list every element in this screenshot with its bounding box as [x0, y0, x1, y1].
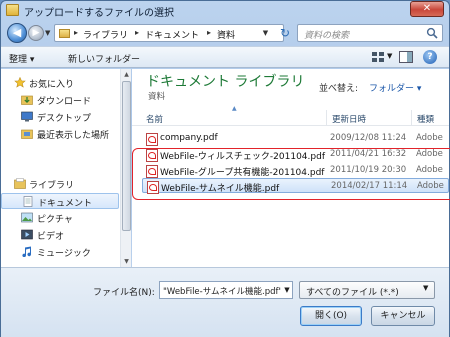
title-bar[interactable]: アップロードするファイルの選択 ✕: [0, 0, 450, 20]
toolbar: 整理 ▾ 新しいフォルダー ▼ ?: [1, 46, 449, 68]
nav-item-downloads[interactable]: ダウンロード: [1, 92, 119, 108]
file-type-value: すべてのファイル (*.*): [306, 288, 399, 298]
nav-item-music[interactable]: ミュージック: [1, 244, 119, 260]
breadcrumb-materials[interactable]: 資料: [217, 28, 235, 41]
preview-pane-icon[interactable]: [399, 51, 413, 63]
annotation-highlight-box: [132, 148, 450, 200]
file-type-select[interactable]: すべてのファイル (*.*) ▼: [299, 281, 435, 299]
breadcrumb-library[interactable]: ライブラリ: [83, 28, 128, 41]
window-title: アップロードするファイルの選択: [24, 8, 174, 19]
chevron-right-icon[interactable]: ▸: [74, 28, 78, 37]
back-button[interactable]: ◀: [7, 23, 27, 43]
history-dropdown-icon[interactable]: ▼: [45, 29, 50, 37]
documents-icon: [23, 196, 33, 207]
nav-label: 最近表示した場所: [37, 131, 110, 141]
arrange-by-dropdown[interactable]: フォルダー ▾: [369, 81, 421, 94]
folder-icon: [59, 29, 70, 38]
file-name-label: ファイル名(N):: [93, 288, 155, 298]
chevron-down-icon[interactable]: ▼: [423, 284, 428, 292]
scroll-down-icon[interactable]: ▼: [121, 256, 132, 267]
refresh-icon[interactable]: ↻: [276, 24, 294, 42]
nav-label: ライブラリ: [29, 181, 75, 191]
scroll-up-icon[interactable]: ▲: [121, 69, 132, 80]
navigation-pane: お気に入り ダウンロード デスクトップ 最近表示した場所 ライブラリ ドキュメン…: [1, 69, 131, 267]
address-dropdown-icon[interactable]: ▼: [259, 24, 272, 42]
organize-button[interactable]: 整理 ▾: [9, 52, 34, 65]
nav-label: お気に入り: [29, 80, 75, 90]
breadcrumb-documents[interactable]: ドキュメント: [145, 28, 199, 41]
nav-label: デスクトップ: [37, 114, 92, 124]
nav-item-videos[interactable]: ビデオ: [1, 227, 119, 243]
file-name: company.pdf: [160, 133, 218, 143]
recent-places-icon: [21, 129, 33, 139]
chevron-down-icon[interactable]: ▼: [282, 282, 292, 298]
nav-libraries[interactable]: ライブラリ: [1, 176, 119, 192]
column-divider[interactable]: [326, 110, 327, 126]
view-options-icon[interactable]: [371, 51, 385, 63]
scrollbar-thumb[interactable]: [122, 81, 131, 231]
library-subtitle: 資料: [148, 92, 166, 102]
nav-label: ドキュメント: [38, 199, 93, 209]
download-folder-icon: [21, 95, 33, 105]
library-title: ドキュメント ライブラリ: [146, 74, 305, 90]
file-name-input[interactable]: "WebFile-サムネイル機能.pdf" ▼: [159, 281, 293, 299]
close-button[interactable]: ✕: [410, 1, 444, 17]
file-row[interactable]: company.pdf 2009/12/08 11:24 Adobe: [142, 131, 449, 146]
nav-item-pictures[interactable]: ピクチャ: [1, 210, 119, 226]
nav-item-desktop[interactable]: デスクトップ: [1, 109, 119, 125]
address-bar[interactable]: ▸ ライブラリ ▸ ドキュメント ▸ 資料: [54, 24, 284, 42]
video-icon: [21, 229, 33, 240]
file-name-panel: ファイル名(N): "WebFile-サムネイル機能.pdf" ▼ すべてのファ…: [1, 267, 449, 337]
help-icon[interactable]: ?: [423, 50, 437, 64]
desktop-icon: [21, 111, 33, 122]
pdf-icon: [146, 133, 158, 146]
music-icon: [22, 246, 32, 257]
nav-label: ダウンロード: [37, 97, 92, 107]
chevron-down-icon[interactable]: ▼: [387, 52, 392, 60]
column-divider[interactable]: [411, 110, 412, 126]
cancel-button[interactable]: キャンセル: [371, 306, 435, 326]
nav-label: ピクチャ: [37, 215, 73, 225]
file-date: 2009/12/08 11:24: [330, 133, 407, 143]
folder-icon: [6, 4, 19, 16]
search-placeholder: 資料の検索: [304, 31, 350, 41]
column-date[interactable]: 更新日時: [332, 113, 366, 125]
column-header: 名前 更新日時 種類: [132, 110, 449, 126]
search-input[interactable]: 資料の検索: [297, 24, 443, 42]
forward-button[interactable]: ▶: [28, 25, 44, 41]
column-name[interactable]: 名前: [146, 113, 163, 125]
new-folder-button[interactable]: 新しいフォルダー: [68, 52, 140, 65]
file-type: Adobe: [416, 133, 443, 143]
nav-scrollbar[interactable]: ▲ ▼: [120, 69, 131, 267]
open-button[interactable]: 開く(O): [300, 306, 362, 326]
chevron-right-icon[interactable]: ▸: [135, 28, 139, 37]
chevron-right-icon[interactable]: ▸: [207, 28, 211, 37]
nav-favorites[interactable]: お気に入り: [1, 75, 119, 91]
star-icon: [14, 77, 26, 88]
arrange-by-label: 並べ替え:: [319, 84, 359, 94]
nav-label: ビデオ: [37, 232, 65, 242]
library-icon: [14, 178, 26, 189]
file-name-value: "WebFile-サムネイル機能.pdf": [163, 287, 281, 297]
column-type[interactable]: 種類: [417, 113, 434, 125]
nav-item-recent-places[interactable]: 最近表示した場所: [1, 126, 119, 142]
nav-item-documents[interactable]: ドキュメント: [1, 193, 119, 209]
pictures-icon: [21, 212, 33, 223]
search-icon[interactable]: [426, 27, 438, 39]
nav-label: ミュージック: [37, 249, 91, 259]
